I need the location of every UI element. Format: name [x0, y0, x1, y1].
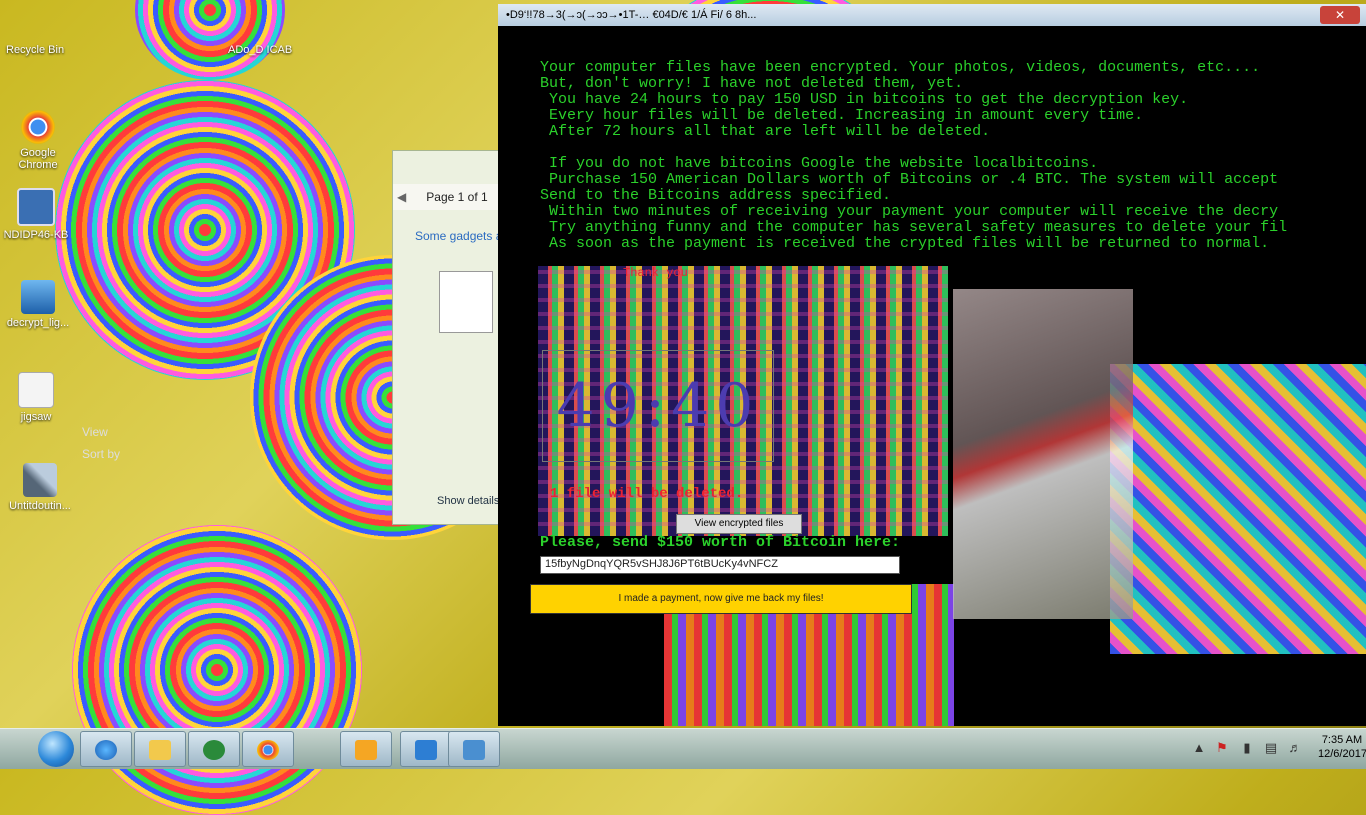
desktop-icon-label: Google Chrome	[18, 147, 58, 171]
desktop-icon-label: jigsaw	[20, 411, 52, 423]
show-hidden-icons-icon[interactable]: ▲	[1192, 741, 1206, 755]
ring-art-3	[72, 525, 362, 815]
bitcoin-address-field[interactable]: 15fbyNgDnqYQR5vSHJ8J6PT6tBUcKy4vNFCZ	[540, 556, 900, 574]
pen-tool-icon	[23, 463, 57, 497]
desktop-label-fragment-2: ADo_D ICAB	[228, 44, 293, 56]
internet-explorer-icon	[95, 740, 117, 760]
folder-icon	[355, 740, 377, 760]
desktop-icon-label: NDIDP46-KB	[3, 229, 69, 241]
clock-date: 12/6/2017	[1318, 748, 1366, 760]
context-menu-view[interactable]: View	[82, 425, 108, 439]
desktop-icon-untitled[interactable]: Untitdoutin...	[4, 463, 76, 512]
payment-made-button[interactable]: I made a payment, now give me back my fi…	[530, 584, 912, 614]
ransom-line-9: Send to the Bitcoins address specified.	[540, 187, 892, 204]
battery-icon[interactable]: ▮	[1240, 741, 1254, 755]
desktop-icon-chrome[interactable]: Google Chrome	[2, 110, 74, 171]
action-center-flag-icon[interactable]: ⚑	[1215, 741, 1229, 755]
payment-instruction: Please, send $150 worth of Bitcoin here:	[540, 534, 901, 551]
ransom-line-10: Within two minutes of receiving your pay…	[540, 203, 1279, 220]
file-icon	[18, 372, 54, 408]
taskbar-ransom-button[interactable]	[400, 731, 452, 767]
ransom-line-12: As soon as the payment is received the c…	[540, 235, 1270, 252]
context-menu-sort-by[interactable]: Sort by	[82, 447, 120, 461]
desktop-icon-ndidp[interactable]: NDIDP46-KB	[0, 188, 72, 241]
calendar-gadget-icon[interactable]	[439, 271, 493, 333]
ransom-titlebar[interactable]: •D9‘!!78→3(→ɔ(→ɔɔ→•1T-… €04D/€ 1/Á Fi/ 6…	[498, 4, 1366, 26]
close-icon: ✕	[1334, 8, 1346, 22]
taskbar-ie-button[interactable]	[80, 731, 132, 767]
taskbar: ▲ ⚑ ▮ ▤ ♬ 7:35 AM 12/6/2017	[0, 728, 1366, 769]
program-icon	[415, 740, 437, 760]
countdown-timer: 49:40	[542, 350, 774, 462]
taskbar-chrome-button[interactable]	[242, 731, 294, 767]
ransom-line-11: Try anything funny and the computer has …	[540, 219, 1288, 236]
ransom-line-8: Purchase 150 American Dollars worth of B…	[540, 171, 1279, 188]
start-button[interactable]	[38, 731, 74, 767]
volume-icon[interactable]: ♬	[1288, 741, 1302, 755]
desktop-icon-decrypt[interactable]: decrypt_lig...	[2, 280, 74, 329]
photo-collage	[953, 289, 1133, 619]
chrome-icon	[21, 110, 55, 144]
chevron-left-icon[interactable]: ◀	[397, 184, 406, 210]
deletion-notice: 1 file will be deleted.	[550, 486, 744, 502]
ransom-window[interactable]: •D9‘!!78→3(→ɔ(→ɔɔ→•1T-… €04D/€ 1/Á Fi/ 6…	[498, 4, 1366, 726]
ransom-line-2: But, don't worry! I have not deleted the…	[540, 75, 964, 92]
ransom-line-5: After 72 hours all that are left will be…	[540, 123, 991, 140]
network-icon[interactable]: ▤	[1264, 741, 1278, 755]
square-art-2	[1110, 364, 1366, 654]
taskbar-media-button[interactable]	[188, 731, 240, 767]
computer-icon	[17, 188, 55, 226]
ransom-line-4: Every hour files will be deleted. Increa…	[540, 107, 1144, 124]
desktop-icon-label: Untitdoutin...	[9, 500, 71, 512]
folder-icon	[149, 740, 171, 760]
computer-icon	[463, 740, 485, 760]
ransom-line-7: If you do not have bitcoins Google the w…	[540, 155, 1099, 172]
ransom-line-3: You have 24 hours to pay 150 USD in bitc…	[540, 91, 1189, 108]
taskbar-explorer-button[interactable]	[134, 731, 186, 767]
ransom-line-1: Your computer files have been encrypted.…	[540, 59, 1261, 76]
view-encrypted-files-button[interactable]: View encrypted files	[676, 514, 802, 534]
thank-you-text: Thank you	[623, 266, 688, 280]
clock-time: 7:35 AM	[1321, 734, 1363, 746]
chrome-icon	[257, 740, 279, 760]
media-player-icon	[203, 740, 225, 760]
desktop-label-fragment: Recycle Bin	[6, 44, 65, 56]
taskbar-gadget-button[interactable]	[448, 731, 500, 767]
taskbar-folder-button[interactable]	[340, 731, 392, 767]
window-title: •D9‘!!78→3(→ɔ(→ɔɔ→•1T-… €04D/€ 1/Á Fi/ 6…	[506, 9, 757, 21]
show-details-link[interactable]: Show details	[437, 495, 499, 507]
desktop-icon-label: decrypt_lig...	[6, 317, 70, 329]
desktop-icon-jigsaw[interactable]: jigsaw	[0, 372, 72, 423]
program-icon	[21, 280, 55, 314]
ring-art-4	[135, 0, 285, 80]
close-button[interactable]: ✕	[1320, 6, 1360, 24]
system-clock[interactable]: 7:35 AM 12/6/2017	[1318, 734, 1366, 760]
